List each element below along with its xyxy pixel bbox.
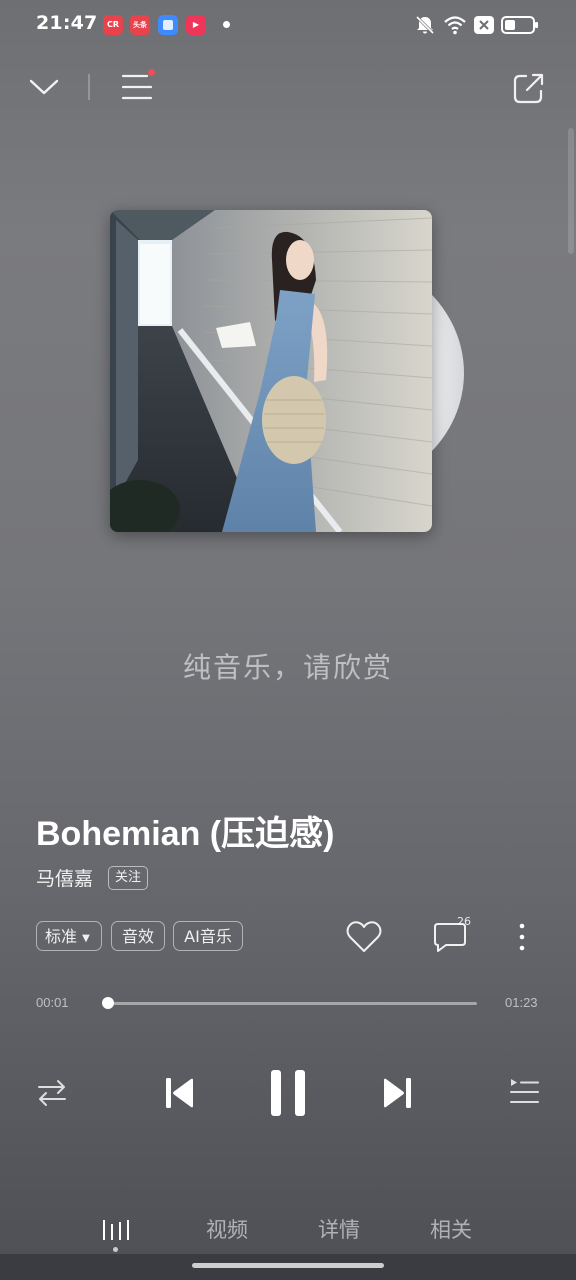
song-title: Bohemian (压迫感) <box>36 815 335 853</box>
menu-icon[interactable] <box>121 72 153 102</box>
more-vertical-icon[interactable] <box>514 922 530 952</box>
playlist-icon[interactable] <box>508 1076 540 1108</box>
album-cover-photo <box>110 210 432 532</box>
previous-icon[interactable] <box>163 1075 197 1111</box>
artist-name[interactable]: 马僖嘉 <box>36 864 93 891</box>
blue-app-icon <box>158 15 178 35</box>
battery-icon <box>501 16 538 34</box>
ai-music-button[interactable]: AI音乐 <box>173 921 243 951</box>
status-time: 21:47 <box>36 12 98 34</box>
cr-app-icon: CR <box>103 15 123 35</box>
progress-track[interactable] <box>104 1002 477 1005</box>
bell-muted-icon <box>415 15 435 35</box>
progress-thumb[interactable] <box>102 997 115 1009</box>
repeat-icon[interactable] <box>36 1078 68 1108</box>
comment-count: 26 <box>457 915 471 928</box>
chevron-down-icon[interactable] <box>28 74 60 100</box>
toolbar-divider <box>88 74 90 100</box>
tab-related[interactable]: 相关 <box>430 1214 472 1244</box>
quality-label: 标准 <box>45 927 78 946</box>
caret-down-icon: ▼ <box>82 933 90 944</box>
follow-button[interactable]: 关注 <box>108 866 149 890</box>
active-tab-dot <box>113 1247 118 1252</box>
toutiao-app-icon: 头条 <box>130 15 150 35</box>
heart-icon[interactable] <box>345 920 383 954</box>
pause-icon[interactable] <box>268 1068 308 1118</box>
home-indicator[interactable] <box>192 1263 384 1268</box>
total-time: 01:23 <box>505 995 538 1010</box>
next-icon[interactable] <box>380 1075 414 1111</box>
tab-video[interactable]: 视频 <box>206 1214 248 1244</box>
lyrics-bars-icon[interactable] <box>101 1218 131 1242</box>
tab-details[interactable]: 详情 <box>318 1214 360 1244</box>
lyric-hint: 纯音乐，请欣赏 <box>182 651 393 684</box>
menu-notification-dot <box>148 69 155 76</box>
wifi-icon <box>444 16 466 35</box>
effects-button[interactable]: 音效 <box>111 921 165 951</box>
scroll-indicator[interactable] <box>568 128 574 254</box>
video-app-icon: ▶ <box>186 15 206 35</box>
quality-button[interactable]: 标准 ▼ <box>36 921 102 951</box>
close-box-icon <box>474 16 494 34</box>
notification-dot <box>223 21 230 28</box>
current-time: 00:01 <box>36 995 69 1010</box>
share-icon[interactable] <box>512 71 546 105</box>
